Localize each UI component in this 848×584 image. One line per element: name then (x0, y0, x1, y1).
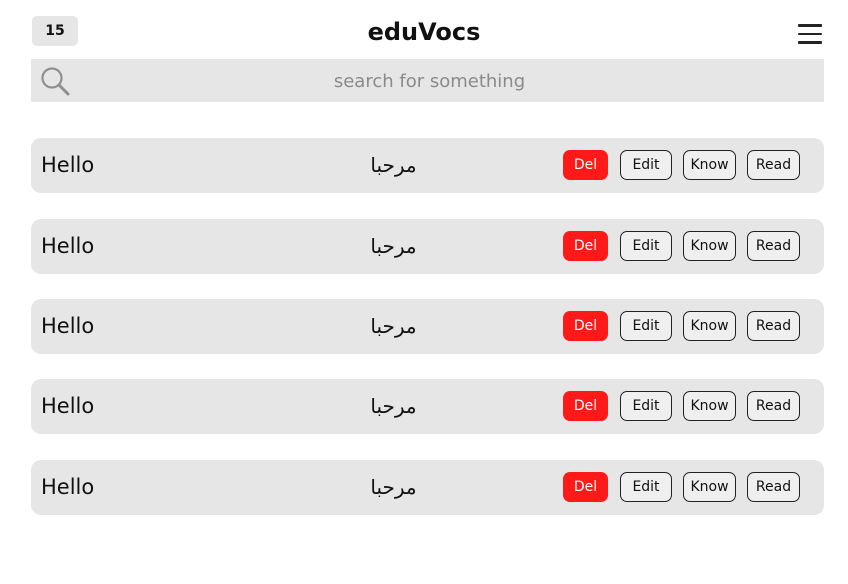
word-text: Hello (41, 475, 95, 499)
word-text: Hello (41, 314, 95, 338)
translation-text: مرحبا (370, 234, 417, 258)
word-text: Hello (41, 153, 95, 177)
app-title: eduVocs (367, 18, 481, 46)
vocab-row: Hello مرحبا Del Edit Know Read (31, 219, 824, 274)
read-button[interactable]: Read (747, 311, 800, 341)
delete-button[interactable]: Del (563, 391, 608, 421)
edit-button[interactable]: Edit (620, 472, 672, 502)
delete-button[interactable]: Del (563, 231, 608, 261)
word-text: Hello (41, 394, 95, 418)
translation-text: مرحبا (370, 314, 417, 338)
read-button[interactable]: Read (747, 150, 800, 180)
hamburger-menu-icon[interactable] (798, 24, 822, 44)
know-button[interactable]: Know (683, 472, 736, 502)
translation-text: مرحبا (370, 153, 417, 177)
vocab-row: Hello مرحبا Del Edit Know Read (31, 138, 824, 193)
search-bar (31, 59, 824, 104)
read-button[interactable]: Read (747, 472, 800, 502)
delete-button[interactable]: Del (563, 472, 608, 502)
know-button[interactable]: Know (683, 231, 736, 261)
app-header: 15 eduVocs (0, 0, 848, 58)
edit-button[interactable]: Edit (620, 391, 672, 421)
know-button[interactable]: Know (683, 311, 736, 341)
read-button[interactable]: Read (747, 231, 800, 261)
vocab-row: Hello مرحبا Del Edit Know Read (31, 379, 824, 434)
edit-button[interactable]: Edit (620, 150, 672, 180)
vocab-row: Hello مرحبا Del Edit Know Read (31, 299, 824, 354)
delete-button[interactable]: Del (563, 150, 608, 180)
know-button[interactable]: Know (683, 150, 736, 180)
edit-button[interactable]: Edit (620, 231, 672, 261)
know-button[interactable]: Know (683, 391, 736, 421)
search-icon[interactable] (39, 65, 71, 97)
edit-button[interactable]: Edit (620, 311, 672, 341)
vocab-row: Hello مرحبا Del Edit Know Read (31, 460, 824, 515)
delete-button[interactable]: Del (563, 311, 608, 341)
read-button[interactable]: Read (747, 391, 800, 421)
translation-text: مرحبا (370, 475, 417, 499)
word-text: Hello (41, 234, 95, 258)
translation-text: مرحبا (370, 394, 417, 418)
search-input[interactable] (81, 59, 778, 104)
